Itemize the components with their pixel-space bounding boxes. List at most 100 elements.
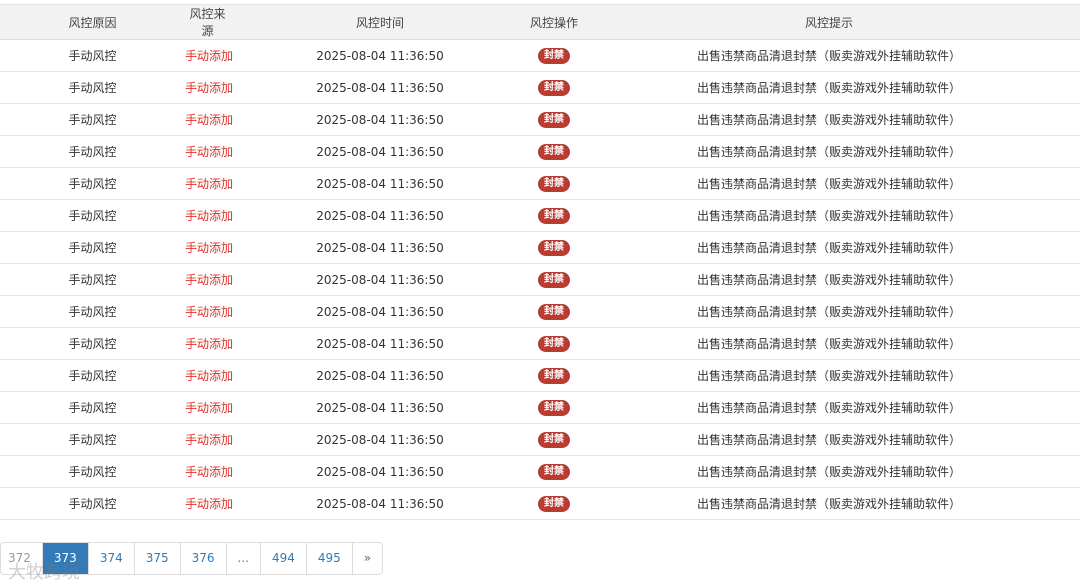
ban-badge[interactable]: 封禁: [538, 336, 570, 352]
table-row: 手动风控 手动添加 2025-08-04 11:36:50 封禁 出售违禁商品清退封禁（…: [0, 391, 1080, 424]
cell-action: 封禁: [530, 391, 578, 424]
ban-badge[interactable]: 封禁: [538, 176, 570, 192]
header-time: 风控时间: [230, 4, 530, 40]
cell-reason: 手动风控: [0, 199, 185, 232]
header-source: 风控来源: [185, 4, 230, 40]
cell-source: 手动添加: [185, 391, 233, 424]
cell-action: 封禁: [530, 263, 578, 296]
page-link-376[interactable]: 376: [179, 543, 226, 574]
page-link-375[interactable]: 375: [133, 543, 180, 574]
cell-action: 封禁: [530, 231, 578, 264]
ban-badge[interactable]: 封禁: [538, 48, 570, 64]
cell-time: 2025-08-04 11:36:50: [230, 455, 530, 488]
cell-time: 2025-08-04 11:36:50: [230, 135, 530, 168]
table-row: 手动风控 手动添加 2025-08-04 11:36:50 封禁 出售违禁商品清退封禁（…: [0, 231, 1080, 264]
ban-badge[interactable]: 封禁: [538, 144, 570, 160]
table-row: 手动风控 手动添加 2025-08-04 11:36:50 封禁 出售违禁商品清退封禁（…: [0, 167, 1080, 200]
cell-hint: 出售违禁商品清退封禁（贩卖游戏外挂辅助软件）: [578, 263, 1080, 296]
cell-time: 2025-08-04 11:36:50: [230, 423, 530, 456]
cell-time: 2025-08-04 11:36:50: [230, 295, 530, 328]
cell-source: 手动添加: [185, 135, 233, 168]
cell-action: 封禁: [530, 455, 578, 488]
cell-source: 手动添加: [185, 455, 233, 488]
cell-action: 封禁: [530, 103, 578, 136]
ban-badge[interactable]: 封禁: [538, 496, 570, 512]
header-reason: 风控原因: [0, 4, 185, 40]
cell-hint: 出售违禁商品清退封禁（贩卖游戏外挂辅助软件）: [578, 71, 1080, 104]
risk-control-table-wrapper: 风控原因 风控来源 风控时间 风控操作 风控提示 手动风控 手动添加 2025-08…: [0, 4, 1080, 520]
cell-source: 手动添加: [185, 231, 233, 264]
cell-source: 手动添加: [185, 103, 233, 136]
cell-source: 手动添加: [185, 295, 233, 328]
cell-action: 封禁: [530, 359, 578, 392]
ban-badge[interactable]: 封禁: [538, 432, 570, 448]
cell-reason: 手动风控: [0, 231, 185, 264]
ban-badge[interactable]: 封禁: [538, 272, 570, 288]
cell-time: 2025-08-04 11:36:50: [230, 327, 530, 360]
page-link-374[interactable]: 374: [87, 543, 134, 574]
cell-hint: 出售违禁商品清退封禁（贩卖游戏外挂辅助软件）: [578, 359, 1080, 392]
cell-reason: 手动风控: [0, 167, 185, 200]
page-link-494[interactable]: 494: [259, 543, 306, 574]
risk-control-table: 风控原因 风控来源 风控时间 风控操作 风控提示 手动风控 手动添加 2025-08…: [0, 4, 1080, 520]
cell-action: 封禁: [530, 327, 578, 360]
cell-reason: 手动风控: [0, 71, 185, 104]
cell-source: 手动添加: [185, 423, 233, 456]
page-ellipsis: ...: [225, 543, 260, 574]
cell-hint: 出售违禁商品清退封禁（贩卖游戏外挂辅助软件）: [578, 487, 1080, 520]
cell-action: 封禁: [530, 39, 578, 72]
cell-hint: 出售违禁商品清退封禁（贩卖游戏外挂辅助软件）: [578, 167, 1080, 200]
cell-reason: 手动风控: [0, 103, 185, 136]
table-row: 手动风控 手动添加 2025-08-04 11:36:50 封禁 出售违禁商品清退封禁（…: [0, 423, 1080, 456]
table-row: 手动风控 手动添加 2025-08-04 11:36:50 封禁 出售违禁商品清退封禁（…: [0, 263, 1080, 296]
cell-reason: 手动风控: [0, 39, 185, 72]
cell-hint: 出售违禁商品清退封禁（贩卖游戏外挂辅助软件）: [578, 295, 1080, 328]
cell-reason: 手动风控: [0, 455, 185, 488]
cell-hint: 出售违禁商品清退封禁（贩卖游戏外挂辅助软件）: [578, 39, 1080, 72]
cell-hint: 出售违禁商品清退封禁（贩卖游戏外挂辅助软件）: [578, 231, 1080, 264]
cell-reason: 手动风控: [0, 423, 185, 456]
table-row: 手动风控 手动添加 2025-08-04 11:36:50 封禁 出售违禁商品清退封禁（…: [0, 135, 1080, 168]
ban-badge[interactable]: 封禁: [538, 304, 570, 320]
table-row: 手动风控 手动添加 2025-08-04 11:36:50 封禁 出售违禁商品清退封禁（…: [0, 39, 1080, 72]
table-row: 手动风控 手动添加 2025-08-04 11:36:50 封禁 出售违禁商品清退封禁（…: [0, 199, 1080, 232]
ban-badge[interactable]: 封禁: [538, 400, 570, 416]
ban-badge[interactable]: 封禁: [538, 208, 570, 224]
cell-hint: 出售违禁商品清退封禁（贩卖游戏外挂辅助软件）: [578, 103, 1080, 136]
ban-badge[interactable]: 封禁: [538, 464, 570, 480]
cell-time: 2025-08-04 11:36:50: [230, 103, 530, 136]
table-body: 手动风控 手动添加 2025-08-04 11:36:50 封禁 出售违禁商品清退封禁（…: [0, 39, 1080, 520]
cell-action: 封禁: [530, 423, 578, 456]
cell-hint: 出售违禁商品清退封禁（贩卖游戏外挂辅助软件）: [578, 135, 1080, 168]
cell-time: 2025-08-04 11:36:50: [230, 199, 530, 232]
ban-badge[interactable]: 封禁: [538, 240, 570, 256]
pagination: 372 373 374 375 376... 494 495»: [0, 542, 384, 575]
cell-source: 手动添加: [185, 71, 233, 104]
ban-badge[interactable]: 封禁: [538, 368, 570, 384]
table-row: 手动风控 手动添加 2025-08-04 11:36:50 封禁 出售违禁商品清退封禁（…: [0, 455, 1080, 488]
cell-source: 手动添加: [185, 263, 233, 296]
header-action: 风控操作: [530, 4, 578, 40]
cell-action: 封禁: [530, 199, 578, 232]
table-row: 手动风控 手动添加 2025-08-04 11:36:50 封禁 出售违禁商品清退封禁（…: [0, 103, 1080, 136]
cell-source: 手动添加: [185, 199, 233, 232]
page-link-373[interactable]: 373: [41, 543, 88, 574]
cell-time: 2025-08-04 11:36:50: [230, 391, 530, 424]
ban-badge[interactable]: 封禁: [538, 80, 570, 96]
cell-time: 2025-08-04 11:36:50: [230, 487, 530, 520]
cell-time: 2025-08-04 11:36:50: [230, 71, 530, 104]
table-row: 手动风控 手动添加 2025-08-04 11:36:50 封禁 出售违禁商品清退封禁（…: [0, 71, 1080, 104]
cell-source: 手动添加: [185, 39, 233, 72]
cell-time: 2025-08-04 11:36:50: [230, 263, 530, 296]
table-row: 手动风控 手动添加 2025-08-04 11:36:50 封禁 出售违禁商品清退封禁（…: [0, 487, 1080, 520]
cell-reason: 手动风控: [0, 263, 185, 296]
cell-reason: 手动风控: [0, 359, 185, 392]
cell-action: 封禁: [530, 487, 578, 520]
cell-time: 2025-08-04 11:36:50: [230, 231, 530, 264]
cell-time: 2025-08-04 11:36:50: [230, 39, 530, 72]
cell-action: 封禁: [530, 167, 578, 200]
page-link-372[interactable]: 372: [1, 543, 42, 574]
next-page-button[interactable]: »: [351, 543, 382, 574]
page-link-495[interactable]: 495: [305, 543, 352, 574]
ban-badge[interactable]: 封禁: [538, 112, 570, 128]
